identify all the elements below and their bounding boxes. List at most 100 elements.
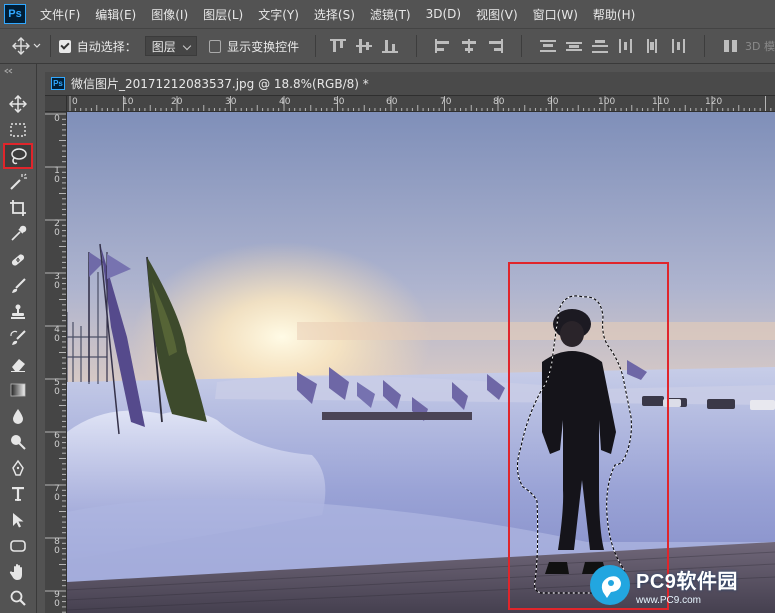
ruler-h-label: 80 <box>493 97 505 107</box>
show-transform-checkbox[interactable] <box>209 39 222 53</box>
align-right-icon[interactable] <box>487 39 504 53</box>
menu-file[interactable]: 文件(F) <box>40 6 80 23</box>
divider <box>704 35 706 57</box>
ruler-v-label: 50 <box>54 378 60 397</box>
zoom-tool[interactable] <box>4 586 32 610</box>
menu-layer[interactable]: 图层(L) <box>203 6 243 23</box>
ruler-v-label: 60 <box>54 431 60 450</box>
auto-select-value: 图层 <box>151 39 176 54</box>
photoshop-file-icon: Ps <box>51 77 65 90</box>
healing-brush-tool[interactable] <box>4 248 32 272</box>
divider <box>416 35 418 57</box>
photoshop-logo: Ps <box>4 4 26 24</box>
history-brush-tool[interactable] <box>4 326 32 350</box>
bandage-icon <box>11 254 25 266</box>
document-title: 微信图片_20171212083537.jpg @ 18.8%(RGB/8) * <box>71 77 369 91</box>
clone-stamp-tool[interactable] <box>4 300 32 324</box>
gradient-icon <box>10 383 26 397</box>
align-top-icon[interactable] <box>330 39 347 53</box>
type-icon <box>12 487 24 501</box>
menu-image[interactable]: 图像(I) <box>151 6 188 23</box>
marquee-tool[interactable] <box>4 118 32 142</box>
show-transform-label: 显示变换控件 <box>227 39 300 54</box>
eraser-tool[interactable] <box>4 352 32 376</box>
ruler-h-label: 10 <box>122 97 134 107</box>
hand-icon <box>9 564 22 580</box>
crop-tool[interactable] <box>4 196 32 220</box>
menu-select[interactable]: 选择(S) <box>314 6 355 23</box>
move-tool-preset-picker[interactable] <box>12 34 42 58</box>
image-canvas[interactable] <box>67 112 775 613</box>
menu-edit[interactable]: 编辑(E) <box>95 6 136 23</box>
stamp-icon <box>11 304 25 319</box>
auto-select-dropdown[interactable]: 图层 <box>144 36 198 56</box>
panel-collapse-icon[interactable] <box>2 67 35 75</box>
document-tab[interactable]: Ps 微信图片_20171212083537.jpg @ 18.8%(RGB/8… <box>45 72 775 96</box>
align-hcenter-icon[interactable] <box>461 39 477 53</box>
ruler-h-label: 0 <box>72 97 78 107</box>
eraser-icon <box>11 359 25 372</box>
align-left-icon[interactable] <box>435 39 451 53</box>
menu-bar: Ps 文件(F) 编辑(E) 图像(I) 图层(L) 文字(Y) 选择(S) 滤… <box>0 0 775 28</box>
path-selection-tool[interactable] <box>4 508 32 532</box>
distribute-bottom-icon[interactable] <box>592 39 609 53</box>
tools-panel <box>0 64 37 613</box>
distribute-right-icon[interactable] <box>670 39 686 53</box>
watermark-text: PC9软件园 www.PC9.com <box>636 565 738 606</box>
rect-marquee-icon <box>10 123 26 137</box>
ruler-h-label: 120 <box>705 97 723 107</box>
distribute-top-icon[interactable] <box>540 39 557 53</box>
ruler-h-label: 70 <box>440 97 452 107</box>
divider <box>315 35 317 57</box>
gradient-tool[interactable] <box>4 378 32 402</box>
auto-select-checkbox[interactable] <box>58 39 71 53</box>
document-window: Ps 微信图片_20171212083537.jpg @ 18.8%(RGB/8… <box>45 72 775 613</box>
zoom-icon <box>10 590 26 606</box>
lasso-tool[interactable] <box>3 143 33 169</box>
arrow-icon <box>13 513 24 528</box>
type-tool[interactable] <box>4 482 32 506</box>
horizontal-ruler[interactable]: 0 10 20 30 40 50 60 70 80 90 100 110 120 <box>67 96 775 112</box>
menu-view[interactable]: 视图(V) <box>476 6 518 23</box>
menu-3d[interactable]: 3D(D) <box>426 7 461 21</box>
eyedropper-icon <box>11 225 27 241</box>
align-vcenter-icon[interactable] <box>356 39 373 53</box>
brush-icon <box>12 278 26 293</box>
shape-tool[interactable] <box>4 534 32 558</box>
vertical-ruler[interactable]: 0 10 20 30 40 50 60 70 80 90 <box>45 112 67 613</box>
ruler-v-label: 80 <box>54 537 60 556</box>
magic-wand-icon <box>10 173 27 190</box>
menu-window[interactable]: 窗口(W) <box>533 6 578 23</box>
move-tool[interactable] <box>4 92 32 116</box>
menu-filter[interactable]: 滤镜(T) <box>370 6 411 23</box>
distribute-vcenter-icon[interactable] <box>566 39 583 53</box>
ruler-h-label: 90 <box>547 97 559 107</box>
distribute-hcenter-icon[interactable] <box>644 39 660 53</box>
ruler-h-label: 60 <box>386 97 398 107</box>
pen-tool[interactable] <box>4 456 32 480</box>
options-bar: 自动选择： 图层 显示变换控件 3D 模 <box>0 28 775 64</box>
move-icon <box>12 37 41 55</box>
dodge-icon <box>11 435 26 450</box>
pen-icon <box>12 459 24 476</box>
magic-wand-tool[interactable] <box>4 170 32 194</box>
hand-tool[interactable] <box>4 560 32 584</box>
menu-type[interactable]: 文字(Y) <box>258 6 299 23</box>
divider <box>521 35 523 57</box>
ruler-origin[interactable] <box>45 96 67 112</box>
distribute-left-icon[interactable] <box>618 39 634 53</box>
ruler-v-label: 10 <box>54 166 60 185</box>
eyedropper-tool[interactable] <box>4 222 32 246</box>
ruler-v-label: 70 <box>54 484 60 503</box>
ruler-h-label: 20 <box>171 97 183 107</box>
brush-tool[interactable] <box>4 274 32 298</box>
auto-align-icon[interactable] <box>723 39 739 53</box>
ruler-v-label: 90 <box>54 590 60 609</box>
menu-help[interactable]: 帮助(H) <box>593 6 635 23</box>
watermark-name: PC9软件园 <box>636 570 738 593</box>
ruler-v-label: 0 <box>54 114 60 124</box>
blur-tool[interactable] <box>4 404 32 428</box>
align-bottom-icon[interactable] <box>382 39 399 53</box>
crop-icon <box>10 200 26 216</box>
dodge-tool[interactable] <box>4 430 32 454</box>
